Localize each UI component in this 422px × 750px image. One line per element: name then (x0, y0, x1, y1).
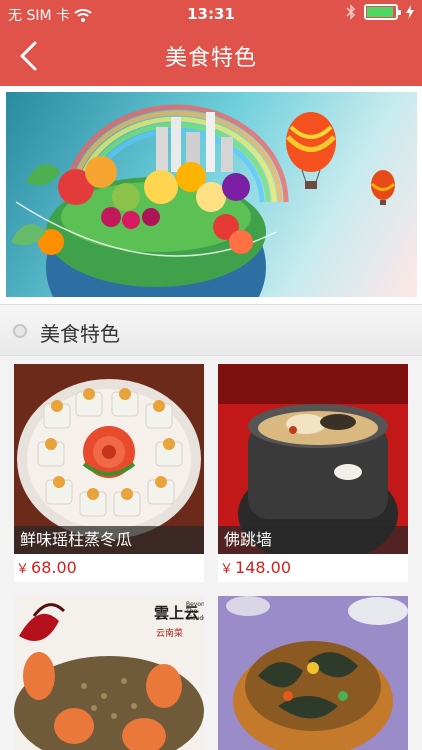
food-card[interactable]: 雲上云 云南菜 Beyond The Clouds (14, 596, 204, 750)
bluetooth-icon (346, 4, 356, 20)
svg-text:云南菜: 云南菜 (156, 627, 183, 638)
food-price: ￥ 148.00 (218, 554, 408, 582)
circle-bullet-icon (13, 324, 27, 338)
status-bar: 无 SIM 卡 13:31 (0, 0, 422, 28)
price-value: 68.00 (31, 558, 77, 577)
promo-banner[interactable] (6, 92, 417, 297)
section-title: 美食特色 (40, 322, 120, 346)
battery-icon (364, 4, 401, 20)
food-image (218, 596, 408, 750)
price-value: 148.00 (235, 558, 291, 577)
section-header: 美食特色 (0, 304, 422, 356)
food-name: 鲜味瑶柱蒸冬瓜 (14, 526, 204, 554)
banner-illustration (11, 104, 396, 297)
food-card[interactable]: 佛跳墙 ￥ 148.00 (218, 364, 408, 582)
restaurant-logo-text: Beyond The Clouds (186, 601, 204, 622)
top-bar: 无 SIM 卡 13:31 美食特色 (0, 0, 422, 86)
food-image: 佛跳墙 (218, 364, 408, 554)
currency-symbol: ￥ (220, 562, 234, 577)
currency-symbol: ￥ (16, 562, 30, 577)
food-name: 佛跳墙 (218, 526, 408, 554)
status-right (346, 4, 414, 20)
page-title: 美食特色 (164, 46, 257, 71)
food-card[interactable] (218, 596, 408, 750)
charging-bolt-icon (406, 5, 414, 19)
navigation-bar: 美食特色 (0, 28, 422, 86)
food-image: 鲜味瑶柱蒸冬瓜 (14, 364, 204, 554)
food-card[interactable]: 鲜味瑶柱蒸冬瓜 ￥ 68.00 (14, 364, 204, 582)
food-grid: 鲜味瑶柱蒸冬瓜 ￥ 68.00 佛跳墙 ￥ 148.00 雲上云 云南菜 Bey… (0, 356, 422, 750)
food-price: ￥ 68.00 (14, 554, 204, 582)
food-image: 雲上云 云南菜 Beyond The Clouds (14, 596, 204, 750)
